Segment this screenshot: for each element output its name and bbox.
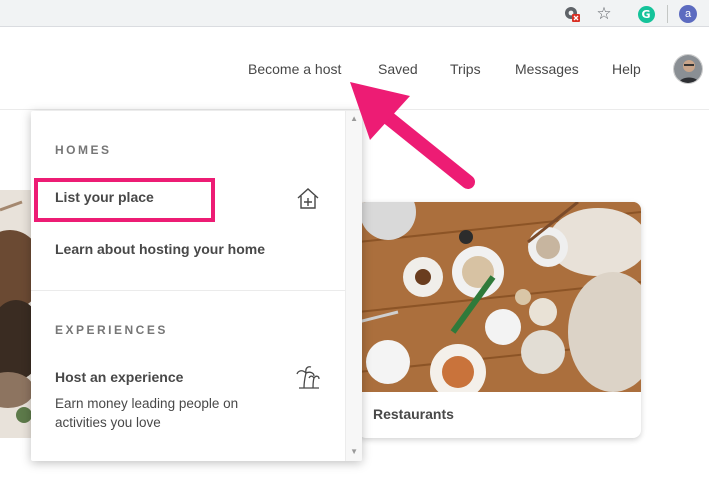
screen: ☆ G a Become a host Saved Trips Messages… bbox=[0, 0, 709, 481]
toolbar-divider bbox=[667, 5, 668, 23]
blocked-extension-icon[interactable] bbox=[562, 4, 582, 24]
annotation-highlight-box bbox=[34, 178, 215, 222]
nav-saved[interactable]: Saved bbox=[378, 61, 418, 77]
restaurants-label: Restaurants bbox=[373, 406, 454, 422]
scroll-down-arrow-icon[interactable]: ▼ bbox=[350, 447, 358, 456]
annotation-arrow-icon bbox=[350, 82, 475, 189]
host-experience-description: Earn money leading people on activities … bbox=[55, 396, 239, 430]
nav-become-a-host[interactable]: Become a host bbox=[248, 61, 341, 77]
become-host-dropdown: ▲ ▼ HOMES List your place Learn about ho… bbox=[31, 111, 362, 461]
grammarly-icon[interactable]: G bbox=[636, 4, 656, 24]
learn-hosting-link[interactable]: Learn about hosting your home bbox=[55, 241, 265, 257]
house-plus-icon bbox=[295, 186, 321, 212]
dropdown-divider bbox=[31, 290, 345, 291]
nav-trips[interactable]: Trips bbox=[450, 61, 481, 77]
browser-toolbar: ☆ G a bbox=[0, 0, 709, 27]
nav-help[interactable]: Help bbox=[612, 61, 641, 77]
host-experience-link[interactable]: Host an experience bbox=[55, 369, 183, 385]
restaurants-card[interactable]: Restaurants bbox=[358, 202, 641, 438]
nav-messages[interactable]: Messages bbox=[515, 61, 579, 77]
user-avatar[interactable] bbox=[673, 54, 703, 84]
restaurants-image bbox=[358, 202, 641, 392]
homes-heading: HOMES bbox=[55, 143, 112, 157]
palm-trees-icon bbox=[295, 364, 321, 390]
profile-button[interactable]: a bbox=[678, 4, 698, 24]
experiences-heading: EXPERIENCES bbox=[55, 323, 168, 337]
star-icon[interactable]: ☆ bbox=[594, 4, 614, 24]
